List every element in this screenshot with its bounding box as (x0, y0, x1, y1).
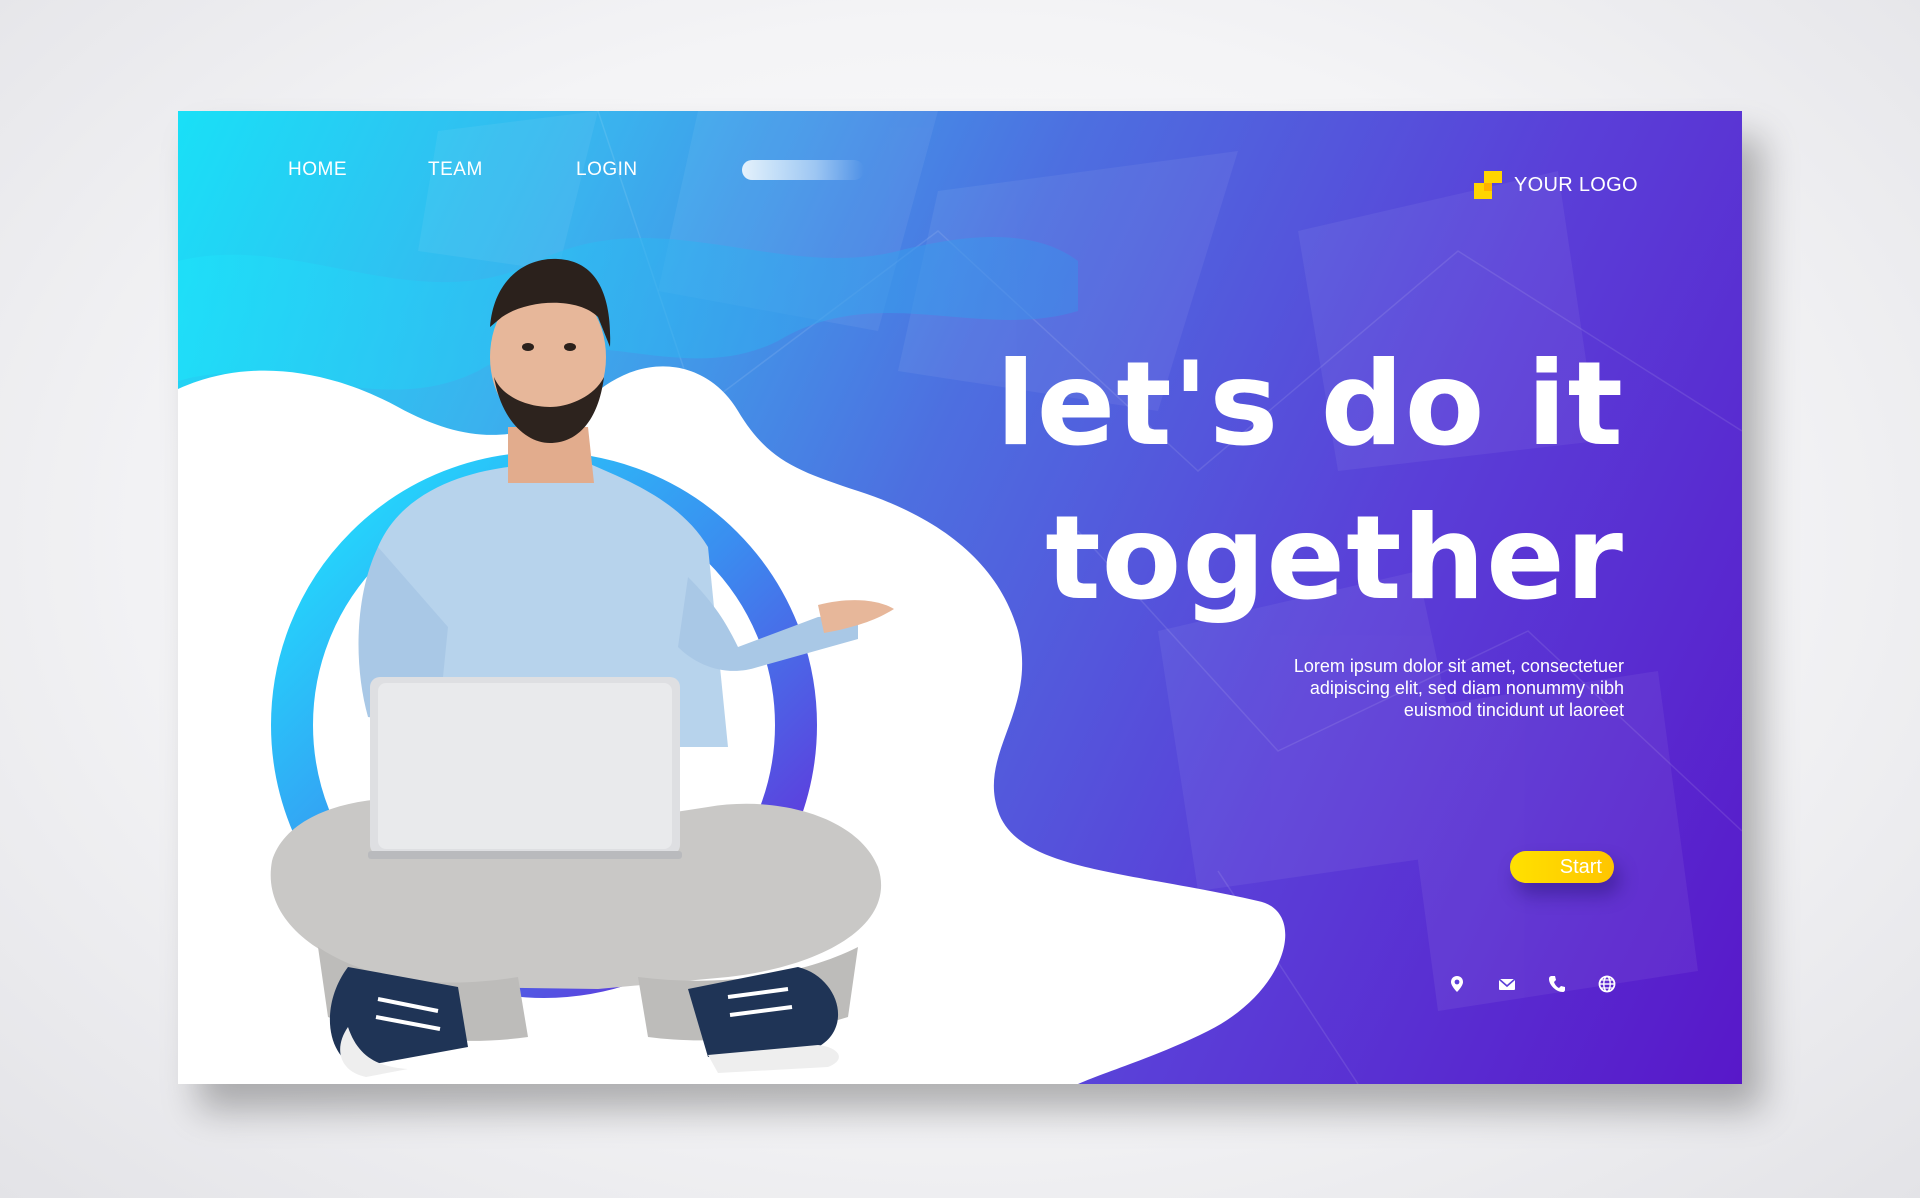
pixel-square-logo-icon (1474, 171, 1502, 199)
start-button-label: Start (1559, 856, 1602, 878)
hero-description: Lorem ipsum dolor sit amet, consectetuer… (1204, 655, 1624, 721)
location-pin-icon[interactable] (1448, 975, 1466, 993)
phone-icon[interactable] (1548, 975, 1566, 993)
search-bar[interactable] (742, 160, 864, 180)
logo[interactable]: YOUR LOGO (1474, 171, 1638, 199)
hero-description-line: adipiscing elit, sed diam nonummy nibh (1309, 678, 1624, 698)
man-with-laptop-illustration (270, 258, 894, 1077)
nav-login[interactable]: LOGIN (576, 159, 638, 181)
hero-title-line-2: together (1045, 491, 1624, 626)
globe-icon[interactable] (1598, 975, 1616, 993)
logo-text: YOUR LOGO (1514, 173, 1638, 196)
hero-title-line-1: let's do it (995, 337, 1624, 472)
mail-icon[interactable] (1498, 975, 1516, 993)
start-button[interactable]: Start (1510, 851, 1614, 883)
hero-description-line: euismod tincidunt ut laoreet (1403, 700, 1624, 720)
nav-home[interactable]: HOME (288, 159, 347, 181)
landing-page-card: HOME TEAM LOGIN YOUR LOGO let's do it to… (178, 111, 1742, 1084)
hero-description-line: Lorem ipsum dolor sit amet, consectetuer (1293, 656, 1624, 676)
nav-team[interactable]: TEAM (428, 159, 483, 181)
